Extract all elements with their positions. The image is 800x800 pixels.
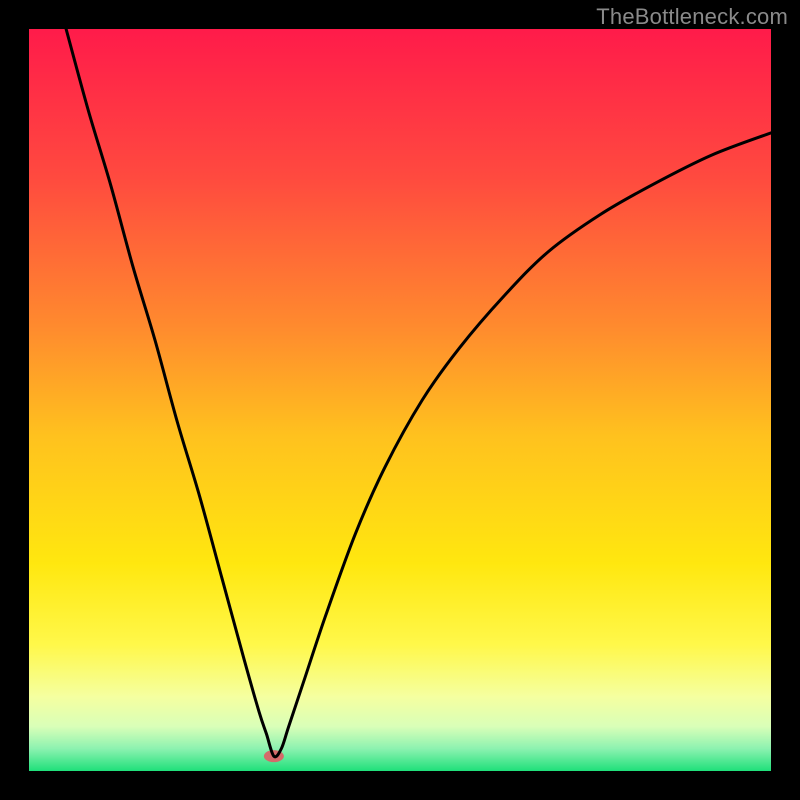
plot-area	[29, 29, 771, 771]
watermark-label: TheBottleneck.com	[596, 4, 788, 30]
chart-frame: TheBottleneck.com	[0, 0, 800, 800]
chart-background	[29, 29, 771, 771]
bottleneck-curve-chart	[29, 29, 771, 771]
